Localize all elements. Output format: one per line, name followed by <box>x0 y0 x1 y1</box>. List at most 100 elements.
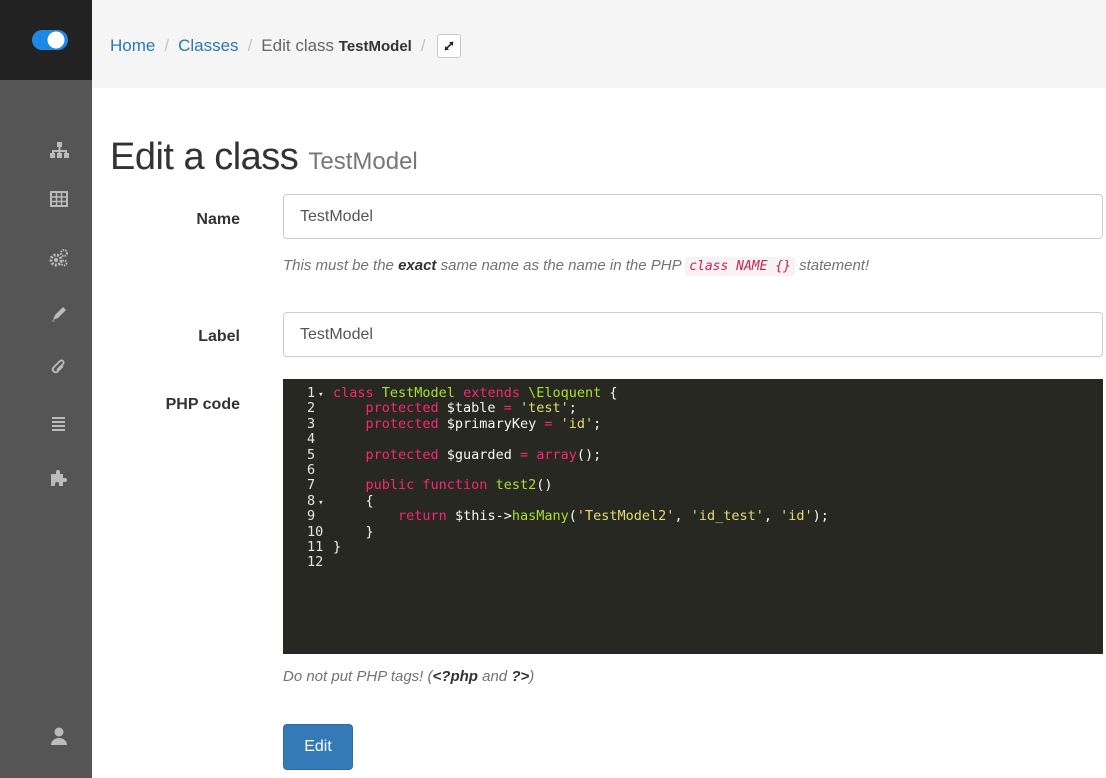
code-token: ; <box>593 415 602 432</box>
sidebar <box>0 0 92 778</box>
line-number-text: 6 <box>307 461 316 478</box>
code-token: hasMany <box>511 508 569 525</box>
table-icon[interactable] <box>49 189 69 209</box>
name-help-pre: This must be the <box>283 257 394 274</box>
brand-area[interactable] <box>0 0 92 80</box>
line-number-text: 11 <box>307 538 324 555</box>
line-number: 10 <box>283 523 333 540</box>
code-line: 3 protected $primaryKey = 'id'; <box>283 415 1103 432</box>
line-number: 12 <box>283 555 333 570</box>
fold-marker-icon[interactable]: ▾ <box>318 390 323 400</box>
page-title: Edit a class TestModel <box>110 136 418 179</box>
breadcrumb-current: Edit class TestModel <box>261 36 412 56</box>
list-icon[interactable] <box>49 414 69 434</box>
code-token: { <box>333 492 374 509</box>
php-code-editor[interactable]: 1 ▾ class TestModel extends \Eloquent {2 p… <box>283 379 1103 654</box>
code-help-pre: Do not put PHP tags! ( <box>283 668 433 685</box>
code-line: 5 protected $guarded = array(); <box>283 446 1103 463</box>
code-token: 'id' <box>780 508 813 525</box>
code-text: protected $table = 'test'; <box>333 401 577 416</box>
breadcrumb-separator: / <box>164 36 170 55</box>
line-number: 9 <box>283 508 333 525</box>
code-text: protected $primaryKey = 'id'; <box>333 415 602 432</box>
code-token: TestModel <box>381 385 464 401</box>
code-text: public function test2() <box>333 477 553 494</box>
code-line: 12 <box>283 555 1103 570</box>
code-help-bold-open: <?php <box>432 668 478 685</box>
php-code-help-text: Do not put PHP tags! (<?php and ?>) <box>283 668 534 685</box>
line-number: 3 <box>283 415 333 432</box>
code-token: $guarded <box>446 446 520 463</box>
name-help-text: This must be the exact same name as the … <box>283 257 870 276</box>
code-token: protected <box>365 446 447 463</box>
line-number: 4 <box>283 431 333 448</box>
breadcrumb-current-prefix: Edit class <box>261 36 335 55</box>
code-help-bold-close: ?> <box>511 668 530 685</box>
breadcrumb-home[interactable]: Home <box>110 36 155 56</box>
name-input[interactable] <box>283 194 1103 239</box>
sitemap-icon[interactable] <box>49 140 69 160</box>
code-token: ( <box>568 508 577 525</box>
label-input[interactable] <box>283 312 1103 357</box>
line-number-text: 12 <box>307 554 324 571</box>
line-number-text: 2 <box>307 400 316 417</box>
code-token: 'test' <box>519 400 569 417</box>
code-token: extends <box>463 385 529 401</box>
line-number: 6 <box>283 461 333 478</box>
breadcrumb-current-name: TestModel <box>338 38 412 55</box>
name-help-bold: exact <box>398 257 437 274</box>
code-token: = <box>503 400 520 417</box>
code-token: ; <box>568 400 577 417</box>
code-token: $table <box>446 400 504 417</box>
line-number-text: 5 <box>307 446 316 463</box>
line-number: 2 <box>283 401 333 416</box>
cogs-icon[interactable] <box>49 248 69 268</box>
name-help-post: statement! <box>799 257 870 274</box>
name-help-mid: same name as the name in the PHP <box>440 257 682 274</box>
pencil-icon[interactable] <box>49 304 69 324</box>
line-number: 8 ▾ <box>283 493 333 509</box>
expand-icon <box>444 41 454 51</box>
code-text: return $this->hasMany('TestModel2', 'id_… <box>333 508 829 525</box>
line-number-text: 4 <box>307 431 316 448</box>
code-token: 'TestModel2' <box>576 508 675 525</box>
breadcrumb-classes[interactable]: Classes <box>178 36 238 56</box>
code-help-mid: and <box>477 668 512 685</box>
code-token: class <box>333 385 382 401</box>
code-help-post: ) <box>529 668 535 685</box>
code-token: protected <box>365 400 447 417</box>
code-token: 'id_test' <box>690 508 764 525</box>
line-number: 5 <box>283 446 333 463</box>
paperclip-icon[interactable] <box>49 358 69 378</box>
line-number: 1 ▾ <box>283 385 333 401</box>
name-label: Name <box>196 211 240 228</box>
line-number: 7 <box>283 478 333 493</box>
code-token: { <box>609 385 618 401</box>
page-title-sub: TestModel <box>308 148 418 175</box>
code-line: 11} <box>283 538 1103 555</box>
edit-submit-button[interactable]: Edit <box>283 724 353 770</box>
code-token: } <box>333 523 374 540</box>
code-token: , <box>674 508 691 525</box>
puzzle-icon[interactable] <box>49 468 69 488</box>
line-number-text: 1 <box>307 385 316 401</box>
user-icon[interactable] <box>49 726 69 746</box>
code-line: 2 protected $table = 'test'; <box>283 401 1103 416</box>
line-number-text: 3 <box>307 415 316 432</box>
line-number-text: 9 <box>307 508 316 525</box>
code-token: $this <box>454 508 496 525</box>
code-token: () <box>536 477 553 494</box>
fold-marker-icon[interactable]: ▾ <box>318 498 323 508</box>
code-token: -> <box>495 508 512 525</box>
expand-button[interactable] <box>436 34 461 58</box>
code-text: protected $guarded = array(); <box>333 446 602 463</box>
line-number-text: 10 <box>307 523 324 540</box>
php-code-label: PHP code <box>165 396 240 413</box>
code-text: class TestModel extends \Eloquent { <box>333 385 618 401</box>
breadcrumb: Home / Classes / Edit class TestModel / <box>110 34 461 58</box>
line-number-text: 7 <box>307 477 316 494</box>
code-line: 9 return $this->hasMany('TestModel2', 'i… <box>283 508 1103 525</box>
